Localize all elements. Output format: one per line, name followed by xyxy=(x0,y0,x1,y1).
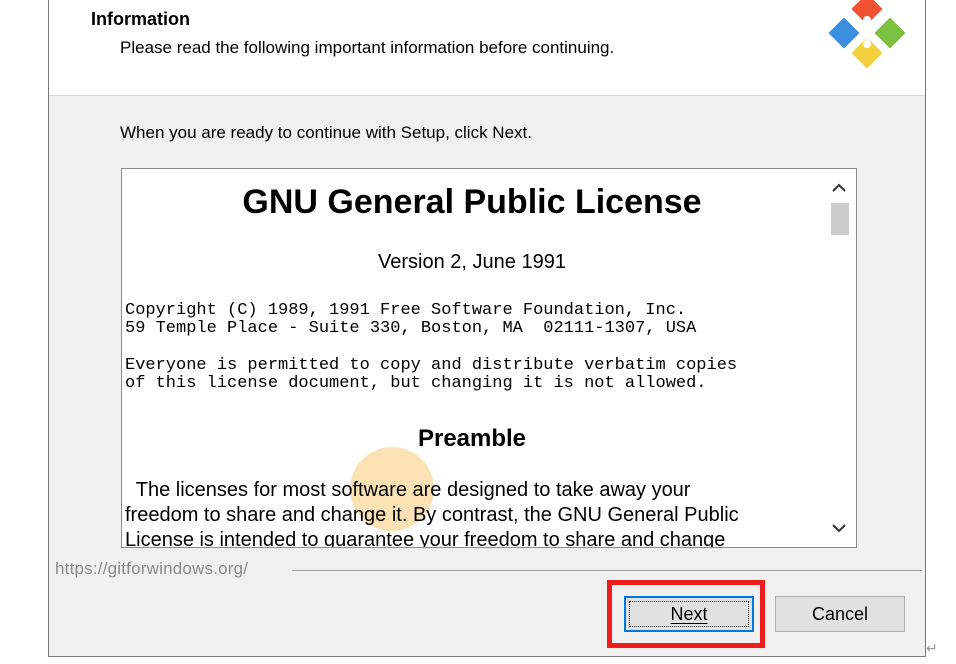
focus-rect xyxy=(629,601,749,627)
intro-text: When you are ready to continue with Setu… xyxy=(120,123,532,142)
license-version: Version 2, June 1991 xyxy=(378,251,566,273)
chevron-up-icon[interactable] xyxy=(822,173,856,203)
chevron-down-icon[interactable] xyxy=(822,513,856,543)
cancel-button-label: Cancel xyxy=(811,603,869,624)
separator-line xyxy=(292,570,922,571)
vertical-scrollbar[interactable] xyxy=(822,169,856,547)
setup-window: Information Please read the following im… xyxy=(48,0,926,657)
header-panel: Information Please read the following im… xyxy=(49,0,925,96)
license-permission: Everyone is permitted to copy and distri… xyxy=(125,356,738,393)
next-button[interactable]: Next xyxy=(624,596,754,632)
cancel-button[interactable]: Cancel xyxy=(775,596,905,632)
scrollbar-thumb[interactable] xyxy=(831,203,849,235)
status-url: https://gitforwindows.org/ xyxy=(55,559,249,578)
page-subtitle: Please read the following important info… xyxy=(120,38,615,57)
license-textbox[interactable]: GNU General Public License Version 2, Ju… xyxy=(121,168,857,548)
preamble-heading: Preamble xyxy=(417,425,527,452)
license-copyright: Copyright (C) 1989, 1991 Free Software F… xyxy=(125,301,697,338)
preamble-text: The licenses for most software are desig… xyxy=(125,479,739,548)
license-title: GNU General Public License xyxy=(242,183,702,221)
return-mark: ↵ xyxy=(926,640,938,656)
git-logo-icon xyxy=(828,0,905,69)
page-title: Information xyxy=(91,9,190,29)
